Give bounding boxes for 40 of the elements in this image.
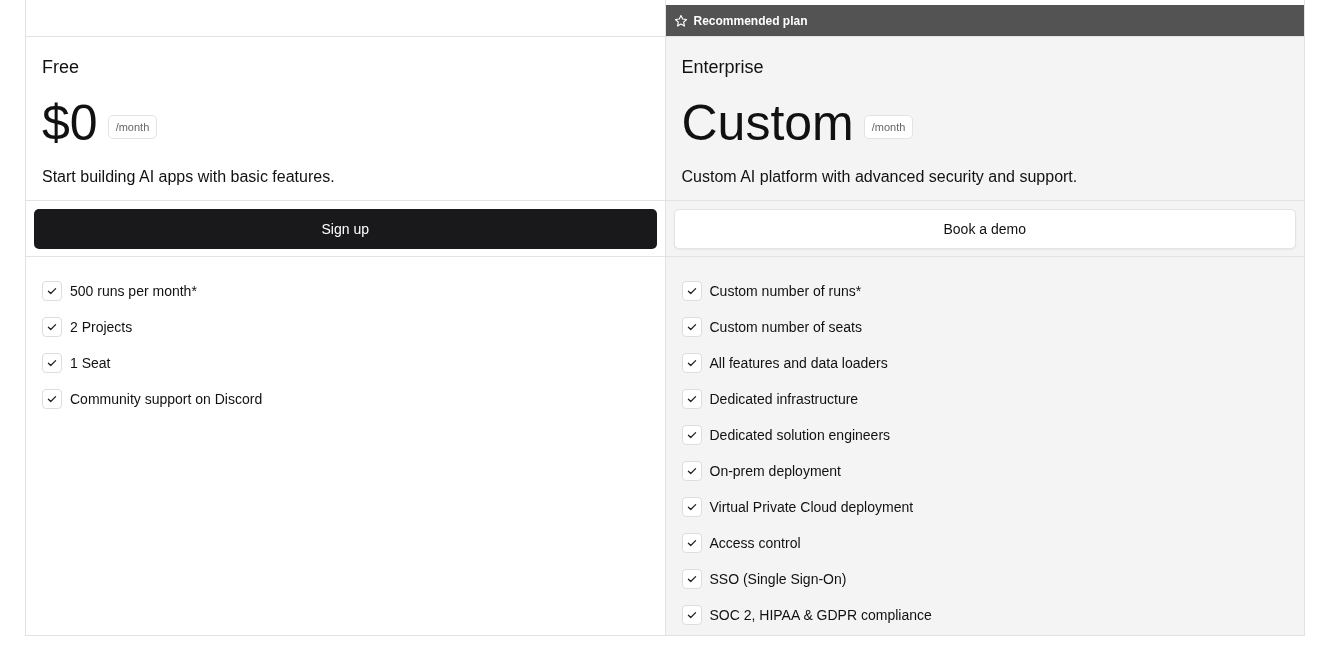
feature-text: Custom number of runs* xyxy=(709,283,862,299)
feature-text: Access control xyxy=(709,535,801,551)
checkmark-icon xyxy=(681,389,702,409)
plan-name: Free xyxy=(42,57,79,78)
feature-text: Community support on Discord xyxy=(70,391,263,407)
checkmark-icon xyxy=(681,605,702,625)
sign-up-button[interactable]: Sign up xyxy=(34,209,657,249)
plan-price: Custom xyxy=(681,98,854,148)
checkmark-icon xyxy=(681,353,702,373)
demo-button[interactable]: Book a demo xyxy=(673,209,1296,249)
checkmark-icon xyxy=(42,317,62,337)
feature-text: Dedicated solution engineers xyxy=(709,427,891,443)
plan-name: Enterprise xyxy=(681,57,764,78)
checkmark-icon xyxy=(42,353,62,373)
period-tag: /month xyxy=(863,115,914,139)
checkmark-icon xyxy=(681,497,702,517)
feature-text: 2 Projects xyxy=(70,319,133,335)
checkmark-icon xyxy=(681,533,702,553)
star-icon xyxy=(673,13,688,28)
checkmark-icon xyxy=(42,281,62,301)
plan-price: $0 xyxy=(42,98,98,148)
feature-text: Dedicated infrastructure xyxy=(709,391,859,407)
feature-text: SOC 2, HIPAA & GDPR compliance xyxy=(709,607,932,623)
feature-text: 1 Seat xyxy=(70,355,111,371)
checkmark-icon xyxy=(681,317,702,337)
feature-text: All features and data loaders xyxy=(709,355,888,371)
checkmark-icon xyxy=(42,389,62,409)
feature-text: 500 runs per month* xyxy=(70,283,197,299)
feature-text: Virtual Private Cloud deployment xyxy=(709,499,914,515)
feature-text: SSO (Single Sign-On) xyxy=(709,571,847,587)
feature-text: On-prem deployment xyxy=(709,463,841,479)
checkmark-icon xyxy=(681,281,702,301)
checkmark-icon xyxy=(681,569,702,589)
feature-text: Custom number of seats xyxy=(709,319,862,335)
checkmark-icon xyxy=(681,461,702,481)
plan-description: Custom AI platform with advanced security and support. xyxy=(681,168,1078,186)
plan-description: Start building AI apps with basic features. xyxy=(42,168,335,186)
period-tag: /month xyxy=(107,115,158,139)
checkmark-icon xyxy=(681,425,702,445)
banner-label: Recommended plan xyxy=(693,13,808,28)
